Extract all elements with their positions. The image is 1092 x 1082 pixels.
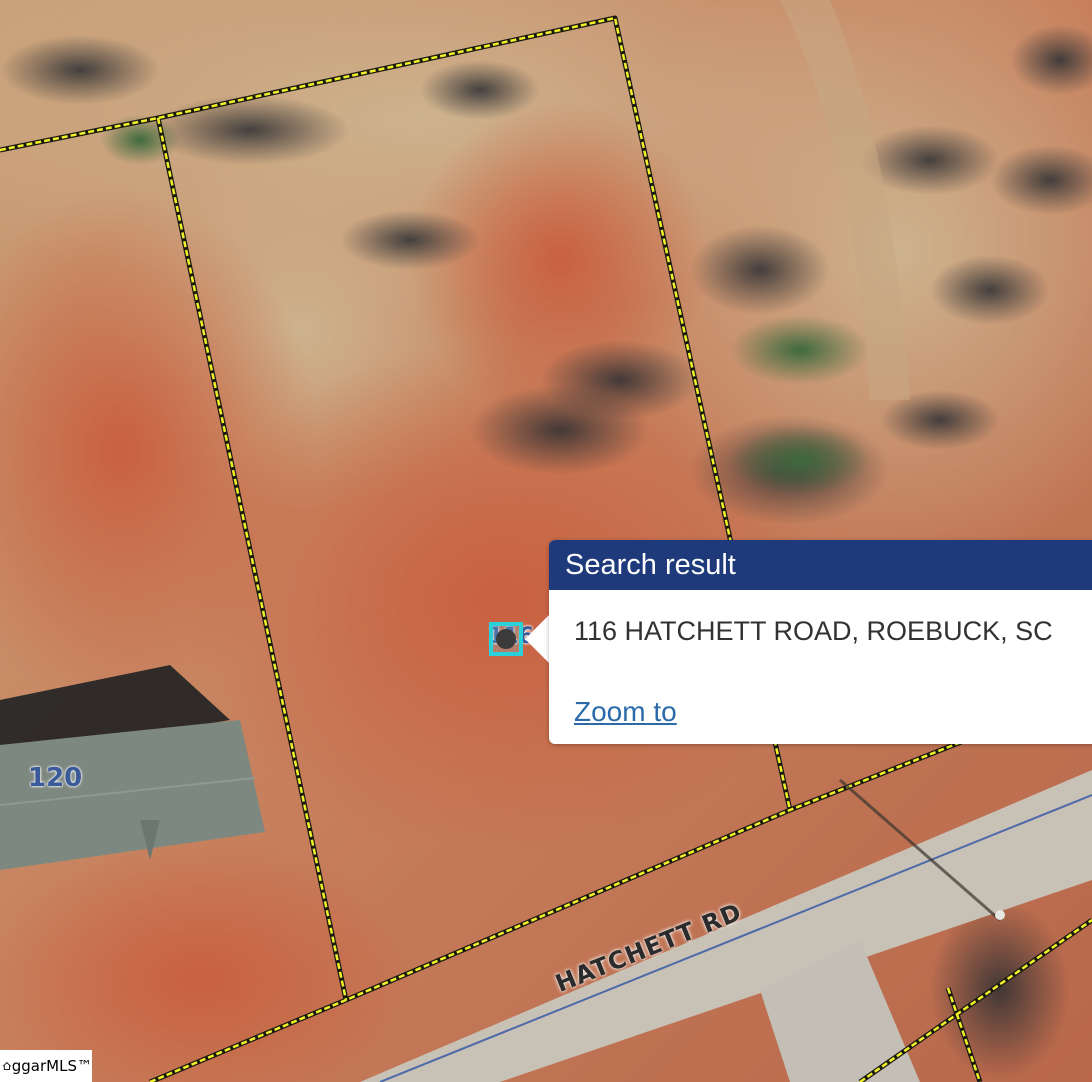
- popup-address: 116 HATCHETT ROAD, ROEBUCK, SC: [574, 616, 1053, 646]
- house-icon: [3, 1061, 11, 1070]
- mls-logo: ggarMLS™: [0, 1050, 92, 1082]
- location-dot-icon: [496, 629, 516, 649]
- popup-title: Search result: [549, 540, 1092, 590]
- search-result-popup: Search result 116 HATCHETT ROAD, ROEBUCK…: [549, 540, 1092, 744]
- selected-location-marker[interactable]: [489, 622, 523, 656]
- logo-text: ggarMLS™: [11, 1057, 92, 1075]
- zoom-to-link[interactable]: Zoom to: [574, 696, 677, 728]
- popup-pointer: [525, 614, 550, 664]
- parcel-label-120: 120: [28, 763, 83, 793]
